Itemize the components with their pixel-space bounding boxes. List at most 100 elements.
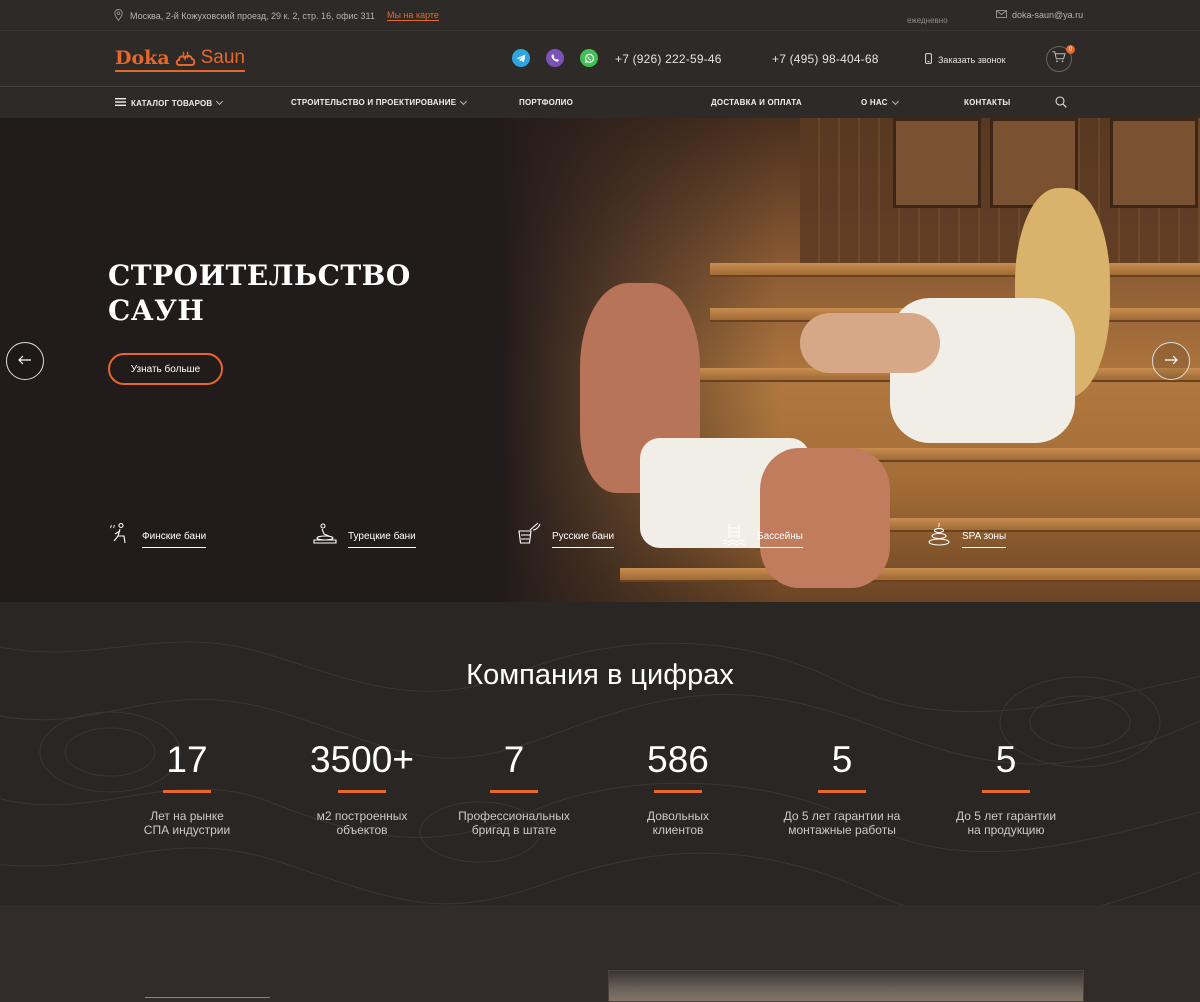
hero-slider: СТРОИТЕЛЬСТВО САУН Узнать больше Финские… [0,118,1200,602]
stat-description: Лет на рынке СПА индустрии [112,809,262,837]
sauna-person-icon [108,522,132,551]
stat-underline [490,790,538,793]
chevron-down-icon [460,97,468,105]
stat-description: До 5 лет гарантии на продукцию [931,809,1081,837]
steam-cloud-icon [175,50,195,66]
stat-description-line1: м2 построенных [316,809,408,823]
category-pools-label: Бассейны [757,531,803,548]
nav-portfolio-label: ПОРТФОЛИО [519,98,574,107]
nav-delivery-label: ДОСТАВКА И ОПЛАТА [711,98,802,107]
logo[interactable]: Doka Saun [115,46,245,72]
search-icon [1055,96,1067,110]
stat-description-line2: объектов [336,823,388,837]
stat-description-line1: До 5 лет гарантии на [783,809,901,823]
main-nav: КАТАЛОГ ТОВАРОВ СТРОИТЕЛЬСТВО И ПРОЕКТИР… [0,88,1200,118]
stat-item: 5 До 5 лет гарантии на продукцию [931,739,1081,838]
cart-icon [1052,50,1066,68]
category-spa[interactable]: SPA зоны [926,522,1007,551]
cart-count-badge: 0 [1066,45,1075,54]
stat-description-line1: Профессиональных [458,809,570,823]
stat-value: 586 [647,739,709,780]
stat-description: До 5 лет гарантии на монтажные работы [767,809,917,837]
category-russian[interactable]: Русские бани [516,522,615,551]
stat-value: 3500+ [310,739,414,780]
whatsapp-icon[interactable] [580,49,598,67]
address-text: Москва, 2-й Кожуховский проезд, 29 к. 2,… [130,11,375,21]
nav-about[interactable]: О НАС [861,97,899,107]
stat-underline [982,790,1030,793]
mail-icon [996,10,1007,20]
stat-description-line1: Лет на рынке [150,809,224,823]
hero-title-line1: СТРОИТЕЛЬСТВО [108,259,411,292]
nav-about-label: О НАС [861,98,888,107]
nav-contacts[interactable]: КОНТАКТЫ [964,98,1010,107]
nav-catalog-label: КАТАЛОГ ТОВАРОВ [131,98,213,108]
pool-ladder-icon [721,522,747,551]
search-button[interactable] [1055,96,1067,110]
nav-construction-label: СТРОИТЕЛЬСТВО И ПРОЕКТИРОВАНИЕ [291,98,457,107]
learn-more-button[interactable]: Узнать больше [108,353,223,385]
hamburger-icon [115,98,126,108]
category-turkish-label: Турецкие бани [348,531,416,548]
address: Москва, 2-й Кожуховский проезд, 29 к. 2,… [114,9,375,23]
stat-description-line1: Довольных [646,809,710,823]
next-section [0,905,1200,1002]
category-finnish[interactable]: Финские бани [108,522,207,551]
telegram-icon[interactable] [512,49,530,67]
stat-underline [163,790,211,793]
nav-portfolio[interactable]: ПОРТФОЛИО [519,98,573,107]
viber-icon[interactable] [546,49,564,67]
location-pin-icon [114,9,123,23]
stat-description: м2 построенных объектов [287,809,437,837]
slider-next-button[interactable] [1152,342,1190,380]
email-contact[interactable]: doka-saun@ya.ru [996,10,1083,20]
spa-stones-icon [926,522,952,551]
stat-item: 17 Лет на рынке СПА индустрии [112,740,262,838]
company-stats-section: Компания в цифрах 17 Лет на рынке СПА ин… [0,602,1200,905]
hero-title-line2: САУН [108,294,205,327]
stat-value: 5 [995,739,1017,780]
stat-item: 5 До 5 лет гарантии на монтажные работы [767,739,917,838]
phone-mobile[interactable]: +7 (926) 222-59-46 [615,52,722,66]
category-turkish[interactable]: Турецкие бани [312,522,416,551]
wall-panel [1110,118,1198,208]
hero-title: СТРОИТЕЛЬСТВО САУН [108,258,411,328]
smartphone-icon [925,53,932,66]
slider-prev-button[interactable] [6,342,44,380]
category-pools[interactable]: Бассейны [721,522,803,551]
nav-construction[interactable]: СТРОИТЕЛЬСТВО И ПРОЕКТИРОВАНИЕ [291,97,468,107]
stats-title: Компания в цифрах [466,659,734,691]
stat-item: 3500+ м2 построенных объектов [287,739,437,838]
stat-description-line1: До 5 лет гарантии [955,809,1057,823]
stat-item: 586 Довольных клиентов [603,739,753,838]
massage-icon [312,522,338,551]
interior-photo [608,970,1084,1002]
stat-value: 5 [831,739,853,780]
chevron-down-icon [216,97,224,106]
arrow-right-icon [1164,352,1178,370]
chevron-down-icon [891,97,899,105]
nav-delivery[interactable]: ДОСТАВКА И ОПЛАТА [711,98,802,107]
nav-catalog[interactable]: КАТАЛОГ ТОВАРОВ [115,97,224,108]
category-spa-label: SPA зоны [962,531,1007,548]
working-hours: ежедневно [907,16,948,25]
site-header: Doka Saun +7 (926) 222-59-46 +7 (495) 98… [0,31,1200,87]
stat-value: 7 [503,739,525,780]
logo-text-saun: Saun [200,46,245,68]
callback-button[interactable]: Заказать звонок [925,53,1005,66]
stat-description-line2: монтажные работы [788,823,896,837]
man-legs [760,448,890,588]
stat-underline [338,790,386,793]
stat-description-line2: клиентов [652,823,704,837]
category-finnish-label: Финские бани [142,531,207,548]
callback-label: Заказать звонок [938,54,1006,65]
stat-description-line2: СПА индустрии [143,823,231,837]
phone-landline[interactable]: +7 (495) 98-404-68 [772,52,879,66]
map-link[interactable]: Мы на карте [387,10,439,21]
stat-description-line2: бригад в штате [471,823,557,837]
logo-text-doka: Doka [115,46,170,69]
stat-underline [654,790,702,793]
stat-description: Профессиональных бригад в штате [439,809,589,837]
bucket-broom-icon [516,522,542,551]
wall-panel [893,118,981,208]
